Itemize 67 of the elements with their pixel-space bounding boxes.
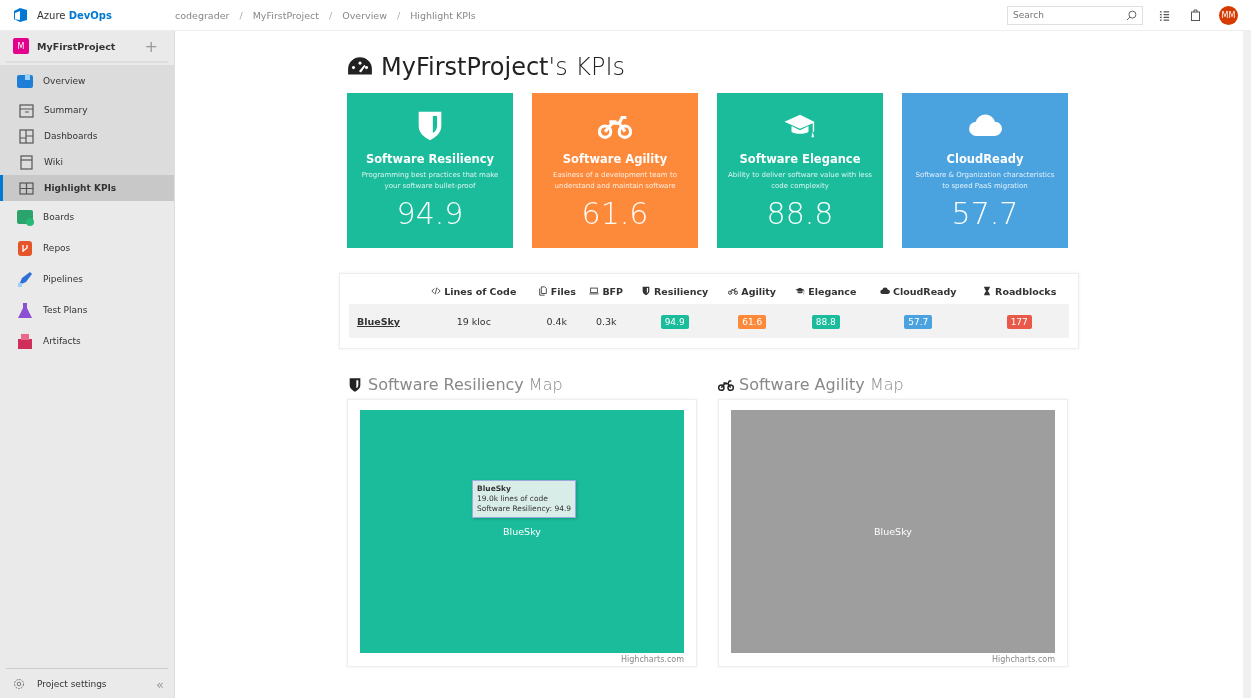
breadcrumb-separator: / [239,9,243,21]
column-header: Resiliency [654,285,709,297]
kpi-value: 88.8 [766,196,834,231]
column-header: Roadblocks [995,285,1057,297]
column-header: Files [550,285,576,297]
breadcrumb-link[interactable]: codegrader [175,9,230,21]
column-header: Agility [741,285,776,297]
chart-credit-link[interactable]: Highcharts.com [360,655,684,664]
kpi-value: 94.9 [396,196,464,231]
motorcycle-icon [728,286,739,297]
cloud-icon [880,286,890,297]
search-icon [1126,9,1137,21]
score-badge: 94.9 [660,314,689,329]
nav-item[interactable]: Artifacts [0,325,174,356]
project-settings-link[interactable]: Project settings [37,679,141,689]
kpi-value: 61.6 [581,196,649,231]
score-badge: 57.7 [904,314,933,329]
table-cell: 0.4k [546,315,568,327]
page-title: MyFirstProject's KPIs [347,53,1079,81]
user-avatar[interactable]: MM [1219,5,1238,25]
project-avatar: M [13,38,29,54]
breadcrumb-link[interactable]: MyFirstProject [252,9,319,21]
table-cell: 19 kloc [456,315,491,327]
breadcrumb-separator: / [396,9,401,21]
brand-name: Azure DevOps [37,9,112,21]
kpi-value: 57.7 [951,196,1019,231]
column-header: Elegance [808,285,857,297]
map-title: Software Agility Map [718,375,1068,394]
map-title: Software Resiliency Map [347,375,697,394]
kpi-title: Software Agility [562,152,668,166]
list-icon[interactable] [1159,9,1170,21]
shield-icon [347,376,363,393]
kpi-title: Software Resiliency [365,152,495,166]
code-icon [431,286,442,297]
column-header: Lines of Code [444,285,517,297]
nav-item[interactable]: Test Plans [0,294,174,325]
search-field[interactable]: Search [1007,5,1143,25]
nav-item[interactable]: Overview [0,65,174,97]
grid-icon [18,179,35,197]
files-icon [537,286,548,297]
column-header: CloudReady [893,285,957,297]
shield-icon [641,286,652,297]
score-badge: 61.6 [738,314,767,329]
hourglass-icon [982,286,993,297]
chart-credit-link[interactable]: Highcharts.com [731,655,1055,664]
laptop-icon [589,286,600,297]
score-badge: 88.8 [811,314,840,329]
breadcrumb-link[interactable]: Highlight KPIs [410,9,476,21]
column-header: BFP [602,285,624,297]
project-name[interactable]: MyFirstProject [37,40,137,52]
breadcrumb-link[interactable]: Overview [342,9,387,21]
nav-item[interactable]: Highlight KPIs [0,175,174,201]
kpi-title: CloudReady [946,152,1024,166]
settings-icon[interactable] [13,678,25,690]
breadcrumb-separator: / [329,9,333,21]
nav-item[interactable]: Dashboards [0,123,174,149]
tile-label: BlueSky [503,526,541,537]
nav-item[interactable]: Repos [0,232,174,263]
table-cell: 0.3k [595,315,617,327]
kpi-title: Software Elegance [739,152,861,166]
tile-label: BlueSky [874,526,912,537]
nav-item[interactable]: Summary [0,97,174,123]
nav-item[interactable]: Wiki [0,149,174,175]
nav-item[interactable]: Boards [0,201,174,232]
logo-icon [13,7,29,23]
score-badge: 177 [1006,314,1032,329]
nav-item[interactable]: Pipelines [0,263,174,294]
